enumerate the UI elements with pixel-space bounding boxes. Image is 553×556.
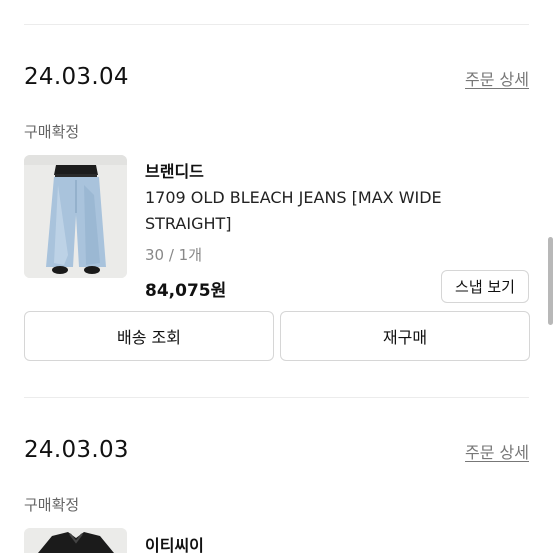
snap-view-button[interactable]: 스냅 보기 xyxy=(441,270,529,303)
product-price: 84,075원 xyxy=(145,281,227,301)
order-status: 구매확정 xyxy=(24,123,80,141)
order-detail-link[interactable]: 주문 상세 xyxy=(465,439,529,463)
product-thumbnail[interactable] xyxy=(24,528,127,553)
order-date: 24.03.03 xyxy=(24,437,129,463)
section-divider xyxy=(24,397,529,398)
order-status: 구매확정 xyxy=(24,496,80,514)
product-option: 30 / 1개 xyxy=(145,246,203,264)
product-thumbnail[interactable] xyxy=(24,155,127,278)
shipping-tracking-button[interactable]: 배송 조회 xyxy=(24,311,274,361)
scrollbar[interactable] xyxy=(548,237,553,325)
product-name[interactable]: 1709 OLD BLEACH JEANS [MAX WIDE STRAIGHT… xyxy=(145,185,475,237)
jeans-image xyxy=(24,155,127,278)
order-detail-link[interactable]: 주문 상세 xyxy=(465,66,529,90)
rebuy-button[interactable]: 재구매 xyxy=(280,311,530,361)
product-brand: 이티씨이 xyxy=(145,536,204,555)
jacket-image xyxy=(24,528,127,553)
order-date: 24.03.04 xyxy=(24,64,129,90)
product-brand: 브랜디드 xyxy=(145,162,204,181)
top-divider xyxy=(24,24,529,25)
